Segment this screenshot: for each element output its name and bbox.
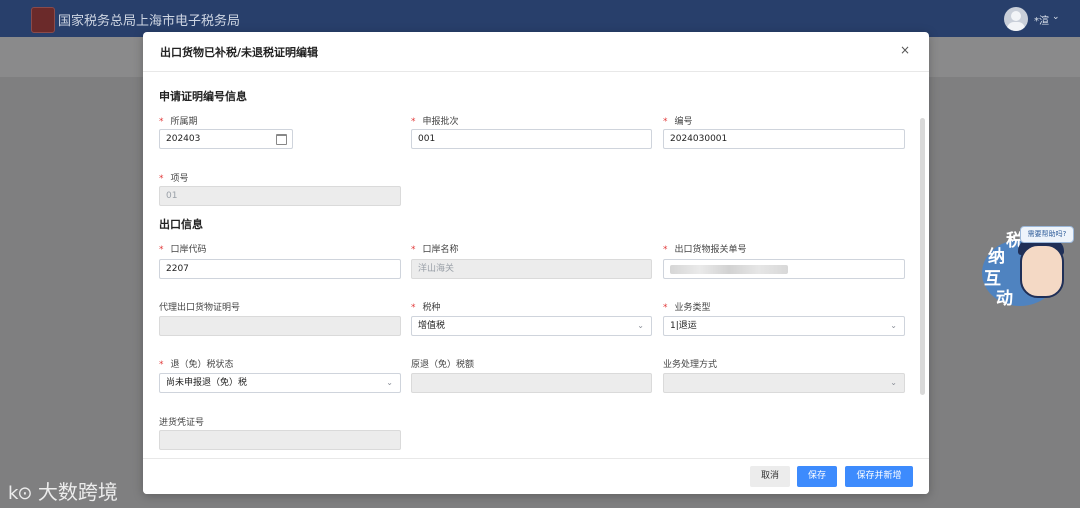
refund-status-select[interactable]: 尚未申报退（免）税 ⌄ [159, 373, 401, 393]
port-name-label: * 口岸名称 [411, 245, 459, 255]
tax-type-label: * 税种 [411, 303, 441, 313]
dialog-body: 申请证明编号信息 * 所属期 202403 * 申报批次 001 * 编号 20240… [143, 72, 929, 458]
chevron-down-icon[interactable]: ⌄ [637, 317, 644, 335]
section-title-application: 申请证明编号信息 [159, 90, 247, 103]
close-icon[interactable]: × [900, 43, 910, 57]
port-code-input[interactable]: 2207 [159, 259, 401, 279]
original-refund-input [411, 373, 652, 393]
processing-method-select: ⌄ [663, 373, 905, 393]
dialog-header: 出口货物已补税/未退税证明编辑 × [143, 32, 929, 72]
watermark-logo-icon: k⊙ [8, 483, 32, 504]
port-name-input: 洋山海关 [411, 259, 652, 279]
period-input[interactable]: 202403 [159, 129, 293, 149]
refund-status-label: * 退（免）税状态 [159, 360, 234, 370]
number-label: * 编号 [663, 117, 693, 127]
assistant-avatar-icon [1020, 244, 1064, 298]
dialog-footer: 取消 保存 保存并新增 [143, 458, 929, 494]
port-code-label: * 口岸代码 [159, 245, 207, 255]
business-type-label: * 业务类型 [663, 303, 711, 313]
customs-declaration-label: * 出口货物报关单号 [663, 245, 747, 255]
watermark-text: 大数跨境 [37, 480, 118, 504]
save-button[interactable]: 保存 [797, 466, 837, 487]
batch-label: * 申报批次 [411, 117, 459, 127]
site-title: 国家税务总局上海市电子税务局 [58, 14, 241, 29]
help-bubble[interactable]: 需要帮助吗? [1020, 226, 1074, 243]
redacted-value [670, 265, 788, 274]
edit-dialog: 出口货物已补税/未退税证明编辑 × 申请证明编号信息 * 所属期 202403 *… [143, 32, 929, 494]
purchase-voucher-input [159, 430, 401, 450]
save-and-new-button[interactable]: 保存并新增 [845, 466, 913, 487]
scrollbar[interactable] [920, 118, 925, 395]
chevron-down-icon[interactable]: ⌄ [1052, 12, 1060, 22]
chevron-down-icon[interactable]: ⌄ [386, 374, 393, 392]
chevron-down-icon: ⌄ [890, 378, 897, 387]
period-label: * 所属期 [159, 117, 198, 127]
cancel-button[interactable]: 取消 [750, 466, 790, 487]
item-no-label: * 项号 [159, 174, 189, 184]
section-title-export: 出口信息 [159, 218, 203, 231]
calendar-icon[interactable] [276, 134, 287, 145]
tax-emblem-icon [31, 7, 55, 33]
purchase-voucher-label: 进货凭证号 [159, 418, 205, 428]
item-no-input: 01 [159, 186, 401, 206]
batch-input[interactable]: 001 [411, 129, 652, 149]
customs-declaration-input[interactable] [663, 259, 905, 279]
chevron-down-icon[interactable]: ⌄ [890, 317, 897, 335]
user-name[interactable]: *渲 [1034, 12, 1049, 27]
business-type-select[interactable]: 1|退运 ⌄ [663, 316, 905, 336]
original-refund-label: 原退（免）税额 [411, 360, 475, 370]
avatar[interactable] [1004, 7, 1028, 31]
tax-type-select[interactable]: 增值税 ⌄ [411, 316, 652, 336]
processing-method-label: 业务处理方式 [663, 360, 718, 370]
assistant-char: 动 [996, 289, 1013, 309]
agent-cert-label: 代理出口货物证明号 [159, 303, 241, 313]
agent-cert-input [159, 316, 401, 336]
tax-assistant-widget[interactable]: 纳 税 互 动 需要帮助吗? [982, 222, 1076, 309]
watermark: k⊙ 大数跨境 [8, 476, 118, 505]
number-input[interactable]: 2024030001 [663, 129, 905, 149]
dialog-title: 出口货物已补税/未退税证明编辑 [160, 46, 319, 59]
